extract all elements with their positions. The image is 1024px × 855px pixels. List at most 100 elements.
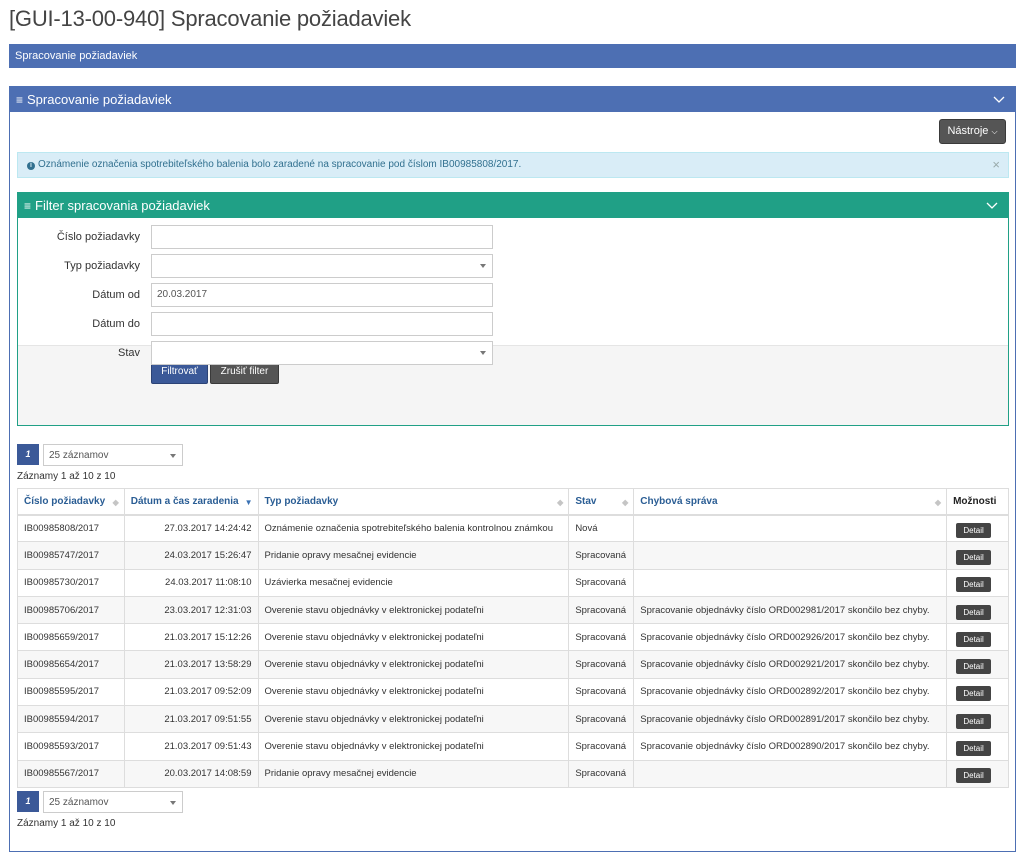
request-type-select[interactable] bbox=[151, 254, 493, 278]
detail-button[interactable]: Detail bbox=[956, 549, 992, 565]
table-row: IB00985747/2017 24.03.2017 15:26:47 Pridan… bbox=[17, 541, 1009, 570]
chevron-down-icon[interactable] bbox=[986, 199, 998, 211]
cell-error-message bbox=[633, 541, 948, 570]
cell-request-type: Pridanie opravy mesačnej evidencie bbox=[257, 759, 570, 788]
cell-error-message: Spracovanie objednávky číslo ORD002892/2… bbox=[633, 677, 948, 707]
table-header-row: Číslo požiadavky ◆ Dátum a čas zaradenia ▼… bbox=[17, 488, 1009, 516]
col-error[interactable]: Chybová správa ◆ bbox=[633, 488, 948, 516]
cell-error-message: Spracovanie objednávky číslo ORD002890/2… bbox=[633, 732, 948, 761]
page-size-select[interactable]: 25 záznamov bbox=[43, 791, 183, 813]
cell-error-message: Spracovanie objednávky číslo ORD002891/2… bbox=[633, 705, 948, 734]
breadcrumb: Spracovanie požiadaviek bbox=[9, 44, 1016, 68]
request-number-label: Číslo požiadavky bbox=[56, 231, 140, 243]
table-row: IB00985808/2017 27.03.2017 14:24:42 Oznáme… bbox=[17, 513, 1009, 543]
date-from-label: Dátum od bbox=[92, 289, 140, 301]
chevron-down-icon[interactable] bbox=[993, 93, 1005, 105]
cell-request-number: IB00985808/2017 bbox=[17, 513, 125, 543]
cell-options: Detail bbox=[946, 677, 1009, 707]
col-type[interactable]: Typ požiadavky ◆ bbox=[257, 488, 570, 516]
table-row: IB00985706/2017 23.03.2017 12:31:03 Overen… bbox=[17, 595, 1009, 625]
col-number-label: Číslo požiadavky bbox=[24, 495, 106, 507]
records-info-top: Záznamy 1 až 10 z 10 bbox=[17, 471, 116, 482]
requests-table: Číslo požiadavky ◆ Dátum a čas zaradenia ▼… bbox=[17, 488, 1009, 788]
cell-datetime: 24.03.2017 11:08:10 bbox=[123, 568, 259, 597]
detail-button[interactable]: Detail bbox=[956, 686, 992, 702]
cell-status: Spracovaná bbox=[568, 568, 635, 597]
detail-button[interactable]: Detail bbox=[956, 577, 992, 593]
cell-status: Spracovaná bbox=[568, 623, 635, 652]
sort-icon: ◆ bbox=[934, 498, 942, 507]
detail-button[interactable]: Detail bbox=[956, 659, 992, 675]
status-label: Stav bbox=[117, 347, 140, 359]
cell-error-message: Spracovanie objednávky číslo ORD002921/2… bbox=[633, 650, 948, 679]
detail-button[interactable]: Detail bbox=[956, 741, 992, 757]
col-datetime[interactable]: Dátum a čas zaradenia ▼ bbox=[123, 488, 259, 516]
detail-button[interactable]: Detail bbox=[956, 631, 992, 647]
sort-icon: ◆ bbox=[112, 498, 119, 507]
filter-row-status: Stav bbox=[18, 341, 498, 365]
col-status[interactable]: Stav ◆ bbox=[568, 488, 635, 516]
cell-error-message bbox=[633, 513, 948, 543]
cell-request-type: Overenie stavu objednávky v elektronicke… bbox=[257, 623, 570, 652]
col-type-label: Typ požiadavky bbox=[264, 495, 339, 507]
page-number-button[interactable]: 1 bbox=[17, 444, 39, 465]
cell-error-message: Spracovanie objednávky číslo ORD002926/2… bbox=[633, 623, 948, 652]
cell-datetime: 21.03.2017 13:58:29 bbox=[123, 650, 259, 679]
cell-request-type: Overenie stavu objednávky v elektronicke… bbox=[257, 650, 570, 679]
tools-button[interactable]: Nástroje ⌵ bbox=[939, 119, 1006, 144]
cell-status: Spracovaná bbox=[568, 677, 635, 707]
caret-down-icon bbox=[170, 801, 176, 805]
caret-down-icon bbox=[480, 351, 486, 355]
filter-panel: ≡ Filter spracovania požiadaviek Číslo po… bbox=[17, 192, 1009, 426]
date-to-input[interactable] bbox=[151, 312, 493, 336]
cell-request-number: IB00985706/2017 bbox=[17, 595, 125, 625]
date-from-input[interactable]: 20.03.2017 bbox=[151, 283, 493, 307]
filter-row-date-from: Dátum od 20.03.2017 bbox=[18, 283, 498, 307]
status-select[interactable] bbox=[151, 341, 493, 365]
cell-options: Detail bbox=[946, 623, 1009, 652]
col-error-label: Chybová správa bbox=[640, 495, 718, 507]
cell-status: Spracovaná bbox=[568, 541, 635, 570]
info-alert: i Oznámenie označenia spotrebiteľského ba… bbox=[17, 152, 1009, 178]
page-number-button[interactable]: 1 bbox=[17, 791, 39, 812]
cell-error-message: Spracovanie objednávky číslo ORD002981/2… bbox=[633, 595, 948, 625]
filter-row-request-number: Číslo požiadavky bbox=[18, 225, 498, 249]
filter-panel-title: Filter spracovania požiadaviek bbox=[35, 198, 210, 213]
breadcrumb-item[interactable]: Spracovanie požiadaviek bbox=[15, 50, 137, 62]
cell-options: Detail bbox=[946, 541, 1009, 570]
cell-request-number: IB00985654/2017 bbox=[17, 650, 125, 679]
page-size-select[interactable]: 25 záznamov bbox=[43, 444, 183, 466]
cell-options: Detail bbox=[946, 595, 1009, 625]
cell-datetime: 21.03.2017 09:51:43 bbox=[123, 732, 259, 761]
cell-request-type: Overenie stavu objednávky v elektronicke… bbox=[257, 705, 570, 734]
detail-button[interactable]: Detail bbox=[956, 768, 992, 784]
cell-status: Spracovaná bbox=[568, 650, 635, 679]
cell-request-number: IB00985659/2017 bbox=[17, 623, 125, 652]
cell-datetime: 27.03.2017 14:24:42 bbox=[123, 513, 259, 543]
cell-request-number: IB00985747/2017 bbox=[17, 541, 125, 570]
main-panel-header[interactable]: ≡ Spracovanie požiadaviek bbox=[10, 87, 1015, 112]
cell-request-type: Oznámenie označenia spotrebiteľského bal… bbox=[257, 513, 570, 543]
cell-datetime: 20.03.2017 14:08:59 bbox=[123, 759, 259, 788]
cell-status: Spracovaná bbox=[568, 595, 635, 625]
cell-options: Detail bbox=[946, 732, 1009, 761]
sort-icon: ◆ bbox=[622, 498, 629, 507]
cell-options: Detail bbox=[946, 650, 1009, 679]
cell-datetime: 24.03.2017 15:26:47 bbox=[123, 541, 259, 570]
filter-panel-header[interactable]: ≡ Filter spracovania požiadaviek bbox=[18, 193, 1008, 218]
cell-datetime: 21.03.2017 09:52:09 bbox=[123, 677, 259, 707]
detail-button[interactable]: Detail bbox=[956, 522, 992, 538]
detail-button[interactable]: Detail bbox=[956, 713, 992, 729]
caret-down-icon bbox=[170, 454, 176, 458]
cell-request-type: Uzávierka mesačnej evidencie bbox=[257, 568, 570, 597]
table-row: IB00985730/2017 24.03.2017 11:08:10 Uzávie… bbox=[17, 568, 1009, 597]
cell-options: Detail bbox=[946, 568, 1009, 597]
col-number[interactable]: Číslo požiadavky ◆ bbox=[17, 488, 125, 516]
detail-button[interactable]: Detail bbox=[956, 604, 992, 620]
col-status-label: Stav bbox=[575, 495, 597, 507]
records-info-bottom: Záznamy 1 až 10 z 10 bbox=[17, 818, 116, 829]
request-number-input[interactable] bbox=[151, 225, 493, 249]
cell-datetime: 21.03.2017 09:51:55 bbox=[123, 705, 259, 734]
cell-status: Nová bbox=[568, 513, 635, 543]
close-icon[interactable]: × bbox=[992, 158, 1000, 171]
